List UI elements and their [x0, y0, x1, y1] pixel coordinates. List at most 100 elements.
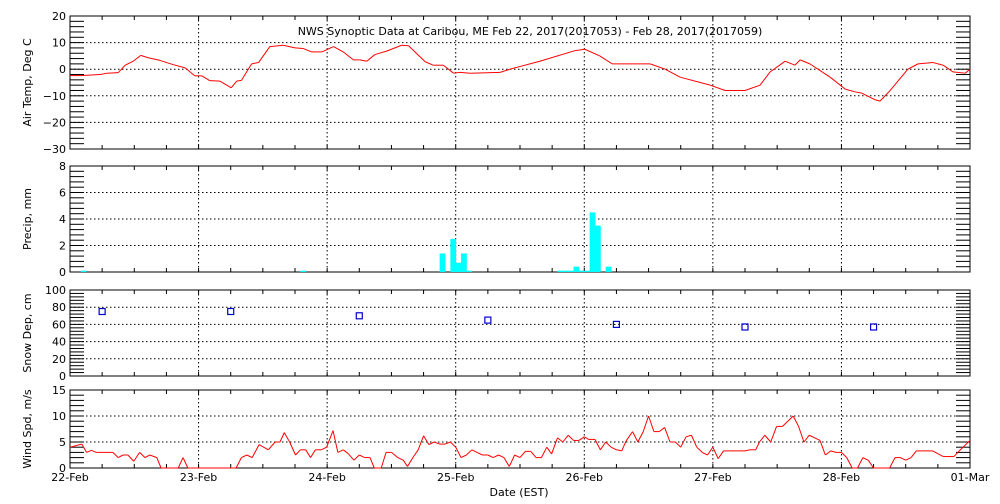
air-temp-line-segment	[443, 64, 454, 74]
wind-speed-line-segment	[460, 454, 467, 459]
wind-speed-panel-frame	[69, 389, 971, 469]
air-temp-line-segment	[845, 88, 855, 93]
wind-speed-line-segment	[182, 457, 189, 469]
air-temp-line-segment	[241, 63, 253, 81]
air-temp-line-segment	[386, 44, 402, 52]
wind-speed-line-segment	[825, 450, 832, 456]
wind-speed-line-segment	[332, 430, 339, 453]
wind-speed-line-segment	[321, 446, 327, 451]
air-temp-line-segment	[424, 61, 434, 66]
wind-speed-line-segment	[279, 432, 285, 443]
wind-speed-line-segment	[450, 441, 457, 448]
y-tick-label: −30	[43, 143, 66, 156]
wind-speed-line-segment	[803, 434, 810, 443]
air-temp-line-segment	[942, 64, 954, 73]
wind-speed-line-segment	[637, 431, 644, 443]
wind-speed-line-segment	[707, 446, 714, 456]
wind-speed-line-segment	[117, 454, 124, 459]
air-temp-line-segment	[251, 62, 259, 65]
wind-speed-line-segment	[792, 415, 800, 427]
air-temp-line-segment	[106, 72, 119, 74]
wind-speed-line-segment	[127, 454, 135, 462]
precip-bar	[461, 253, 467, 272]
wind-speed-line-segment	[578, 436, 585, 441]
wind-speed-line-segment	[862, 457, 869, 461]
wind-speed-line-segment	[347, 453, 355, 461]
precip-y-axis-label: Precip, mm	[21, 188, 34, 250]
wind-speed-line-segment	[471, 449, 478, 453]
snow-depth-y-axis-label: Snow Dep, cm	[21, 293, 34, 372]
air-temp-y-axis-label: Air Temp, Deg C	[21, 38, 34, 127]
wind-speed-line-segment	[632, 431, 639, 443]
wind-speed-line-segment	[594, 439, 601, 451]
air-temp-line-segment	[140, 54, 149, 59]
air-temp-line-segment	[575, 48, 585, 52]
wind-speed-line-segment	[380, 452, 387, 469]
air-temp-line-segment	[401, 44, 409, 47]
wind-speed-line-segment	[391, 452, 399, 458]
air-temp-line-segment	[794, 59, 801, 66]
air-temp-line-segment	[599, 55, 613, 65]
y-tick-label: −10	[43, 90, 66, 103]
wind-speed-line-segment	[675, 441, 682, 448]
air-temp-line-segment	[500, 68, 510, 73]
precip-bar	[584, 270, 591, 272]
wind-speed-line-segment	[91, 449, 97, 453]
y-tick-label: −20	[43, 116, 66, 129]
wind-speed-line-segment	[246, 454, 253, 459]
wind-speed-line-segment	[540, 446, 548, 458]
x-tick-label: 24-Feb	[308, 471, 345, 484]
air-temp-line-segment	[173, 64, 186, 69]
wind-speed-line-segment	[251, 444, 260, 458]
wind-speed-line-segment	[841, 452, 848, 458]
air-temp-line-segment	[342, 51, 354, 61]
wind-speed-line-segment	[605, 441, 612, 448]
air-temp-line-segment	[258, 46, 271, 63]
precip-bar	[300, 270, 307, 272]
precip-bar	[562, 270, 569, 272]
wind-speed-line-segment	[402, 459, 408, 467]
wind-speed-line-segment	[369, 457, 375, 469]
precip-bar	[568, 270, 574, 272]
air-temp-line-segment	[124, 60, 134, 66]
wind-speed-line-segment	[658, 427, 665, 432]
wind-speed-line-segment	[81, 443, 88, 453]
air-temp-line-segment	[302, 47, 312, 53]
x-tick-label: 28-Feb	[823, 471, 860, 484]
snow-depth-point	[227, 307, 235, 316]
wind-speed-line-segment	[680, 436, 687, 448]
precip-bar	[466, 270, 473, 272]
wind-speed-line-segment	[397, 457, 404, 461]
air-temp-line-segment	[209, 80, 221, 82]
wind-speed-line-segment	[744, 449, 751, 452]
air-temp-line-segment	[201, 75, 211, 82]
x-tick-label: 22-Feb	[51, 471, 88, 484]
wind-speed-line-segment	[857, 457, 864, 469]
snow-depth-point	[98, 307, 106, 316]
wind-speed-line-segment	[690, 435, 698, 448]
wind-speed-line-segment	[342, 449, 349, 454]
air-temp-line-segment	[680, 76, 711, 86]
air-temp-line-segment	[889, 68, 909, 91]
y-tick-label: 80	[52, 301, 66, 314]
wind-speed-line-segment	[905, 457, 912, 461]
wind-speed-line-segment	[551, 437, 558, 455]
air-temp-line-segment	[333, 46, 344, 53]
wind-speed-line-segment	[557, 437, 564, 443]
air-temp-line-segment	[907, 63, 919, 70]
wind-speed-line-segment	[846, 457, 853, 469]
wind-speed-line-segment	[755, 441, 760, 451]
y-tick-label: 8	[59, 160, 66, 173]
wind-speed-line-segment	[423, 435, 430, 445]
wind-speed-line-segment	[685, 434, 692, 438]
air-temp-line-segment	[453, 71, 461, 74]
precip-bar	[573, 266, 580, 272]
air-temp-line-segment	[132, 54, 142, 62]
x-tick-label: 23-Feb	[180, 471, 217, 484]
air-temp-line-segment	[408, 45, 426, 63]
snow-depth-point	[484, 316, 492, 324]
wind-speed-line-segment	[932, 450, 944, 458]
air-temp-line-segment	[829, 76, 846, 90]
wind-speed-line-segment	[770, 426, 778, 443]
air-temp-line-segment	[283, 44, 296, 49]
